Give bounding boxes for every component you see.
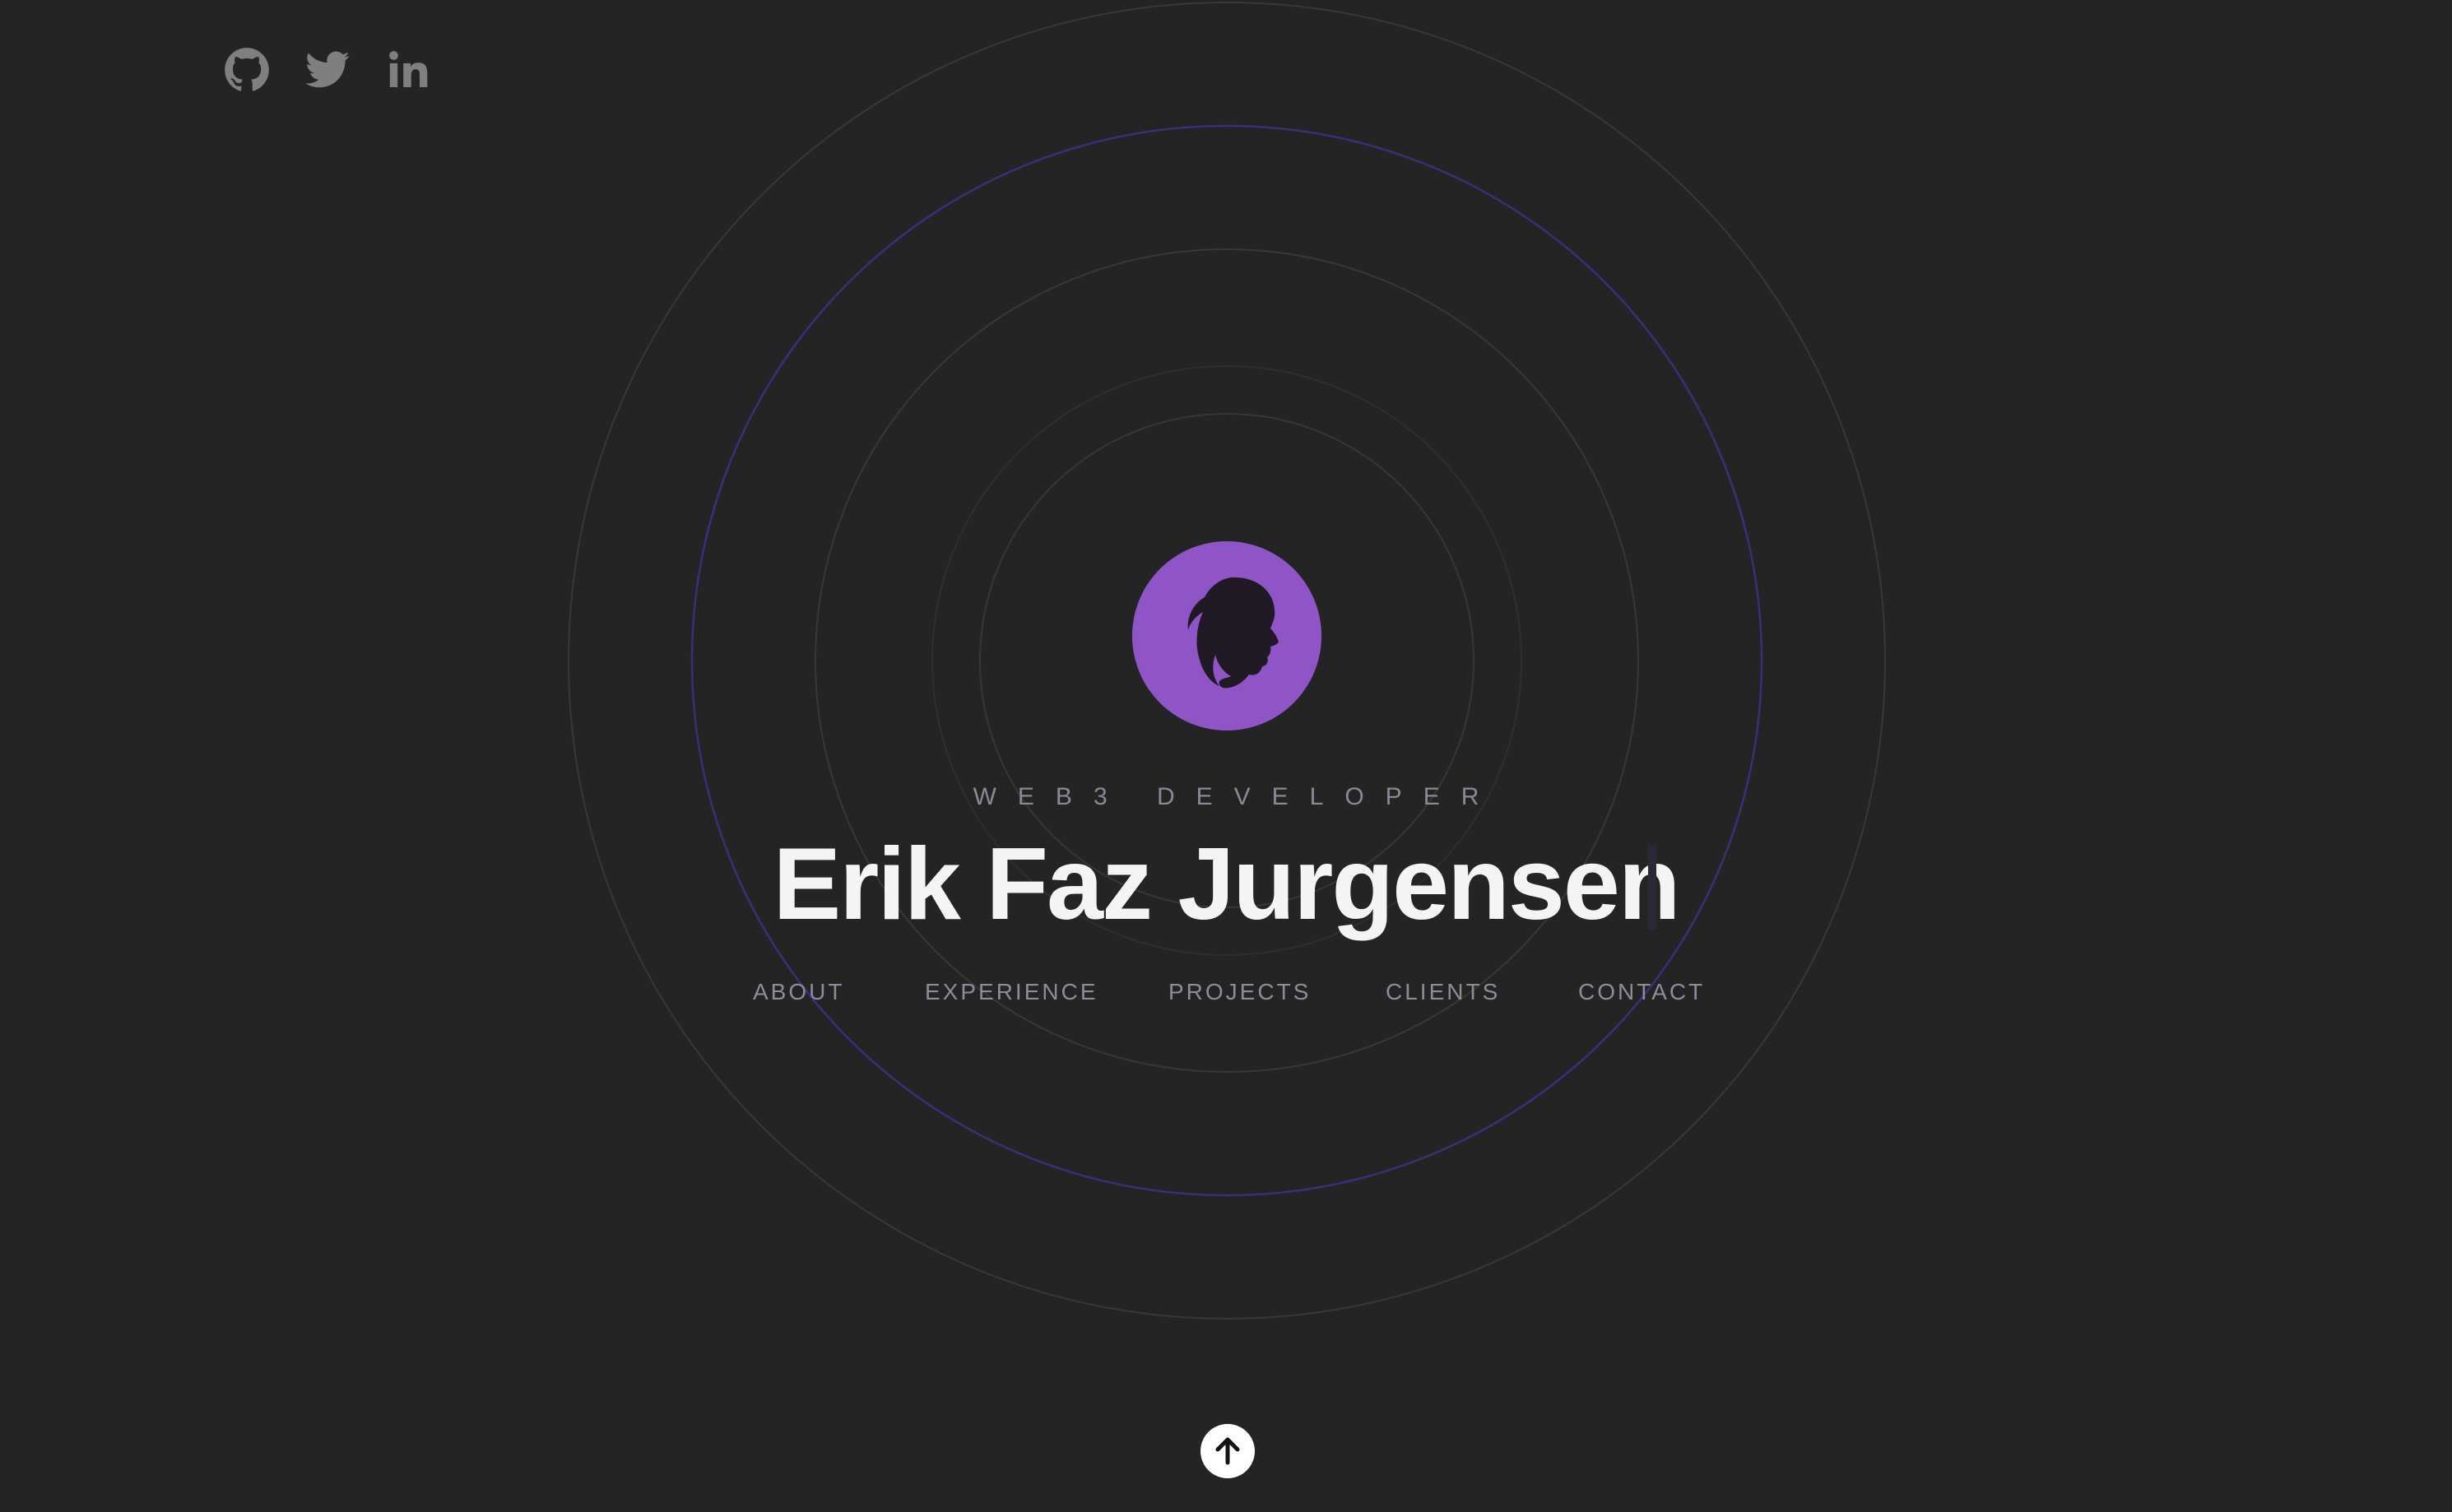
github-icon [225,48,269,91]
nav-experience[interactable]: EXPERIENCE [925,979,1098,1005]
main-nav: ABOUT EXPERIENCE PROJECTS CLIENTS CONTAC… [0,979,2452,1012]
twitter-link[interactable] [304,47,351,93]
nav-about[interactable]: ABOUT [753,979,844,1005]
linkedin-link[interactable] [385,47,431,93]
typing-cursor [1648,846,1656,930]
social-links [224,47,431,93]
background-rings [568,2,1886,1320]
role-subtitle: WEB3 DEVELOPER [973,783,1501,810]
scroll-top-button[interactable] [1200,1424,1255,1478]
nav-contact[interactable]: CONTACT [1578,979,1705,1005]
nav-projects[interactable]: PROJECTS [1168,979,1311,1005]
github-link[interactable] [224,47,270,93]
twitter-icon [305,51,350,88]
avatar [1132,541,1321,730]
linkedin-icon [389,51,428,87]
profile-silhouette-icon [1132,541,1321,730]
title-wrapper: Erik Faz Jurgensen [0,823,2452,946]
page-title: Erik Faz Jurgensen [773,828,1680,941]
nav-clients[interactable]: CLIENTS [1386,979,1500,1005]
arrow-up-icon [1215,1437,1240,1465]
